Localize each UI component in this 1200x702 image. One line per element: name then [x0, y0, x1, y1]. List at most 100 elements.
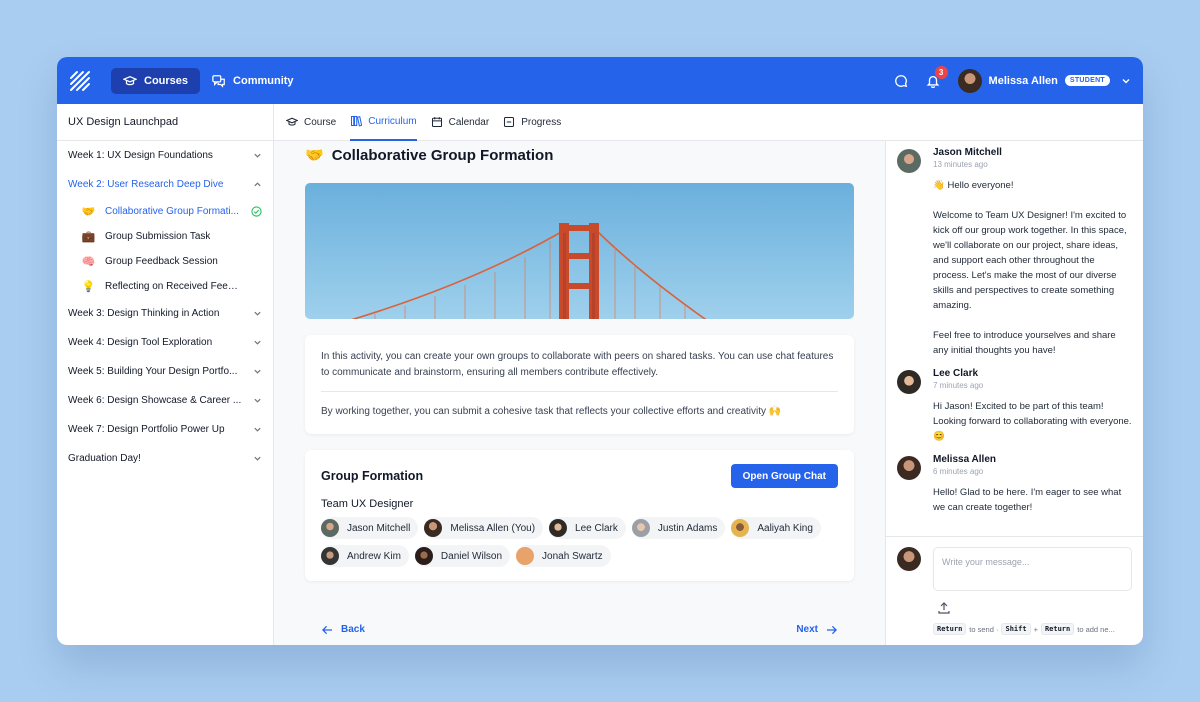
week-label: Week 7: Design Portfolio Power Up: [68, 424, 225, 435]
avatar: [516, 547, 535, 565]
message-time: 13 minutes ago: [933, 160, 988, 169]
avatar: [957, 68, 982, 93]
member-chip[interactable]: Jonah Swartz: [516, 545, 611, 567]
handshake-icon: 🤝: [305, 147, 324, 164]
avatar: [731, 519, 750, 537]
week-label: Week 1: UX Design Foundations: [68, 150, 213, 161]
tab-calendar[interactable]: Calendar: [431, 104, 490, 141]
lesson-label: Reflecting on Received Feedback: [105, 281, 242, 292]
sidebar-graduation-day[interactable]: Graduation Day!: [57, 444, 273, 473]
week-label: Week 6: Design Showcase & Career ...: [68, 395, 242, 406]
content-tabs: Course Curriculum Calendar Progress: [274, 104, 1143, 141]
next-label: Next: [796, 624, 818, 635]
member-chip[interactable]: Melissa Allen (You): [424, 517, 544, 539]
brain-icon: 🧠: [81, 256, 96, 268]
avatar: [321, 519, 339, 537]
lesson-label: Group Submission Task: [105, 231, 211, 242]
sidebar-week-5[interactable]: Week 5: Building Your Design Portfo...: [57, 357, 273, 386]
message-time: 6 minutes ago: [933, 467, 984, 476]
chat-bubbles-icon: [212, 74, 225, 88]
logo-icon[interactable]: [69, 70, 91, 92]
nav-courses[interactable]: Courses: [111, 67, 201, 94]
top-navigation-bar: Courses Community 3 Melissa Allen STUDEN…: [57, 57, 1143, 104]
tab-curriculum[interactable]: Curriculum: [350, 104, 417, 141]
week-label: Week 2: User Research Deep Dive: [68, 179, 224, 190]
member-chip[interactable]: Aaliyah King: [731, 517, 821, 539]
sidebar-week-2[interactable]: Week 2: User Research Deep Dive: [57, 170, 273, 199]
sidebar-lesson-group-submission-task[interactable]: 💼 Group Submission Task: [57, 224, 273, 249]
arrow-left-icon: [322, 625, 333, 634]
messages-icon[interactable]: [894, 74, 908, 88]
message-time: 7 minutes ago: [933, 381, 984, 390]
next-link[interactable]: Next: [796, 624, 837, 635]
member-chip[interactable]: Daniel Wilson: [414, 545, 511, 567]
notifications-button[interactable]: 3: [926, 65, 948, 88]
chat-message: Jason Mitchell 13 minutes ago 👋 Hello ev…: [897, 147, 1132, 358]
chevron-down-icon: [254, 398, 261, 403]
member-chip[interactable]: Andrew Kim: [321, 545, 409, 567]
briefcase-icon: 💼: [81, 231, 96, 243]
upload-icon[interactable]: [938, 602, 950, 614]
avatar: [897, 547, 921, 571]
chevron-down-icon: [254, 369, 261, 374]
tab-label: Calendar: [448, 116, 490, 128]
handshake-icon: 🤝: [81, 206, 96, 218]
avatar: [631, 519, 650, 537]
user-name: Melissa Allen: [988, 74, 1058, 87]
message-author: Melissa Allen: [933, 454, 996, 465]
tab-progress[interactable]: Progress: [503, 104, 561, 141]
sidebar-week-4[interactable]: Week 4: Design Tool Exploration: [57, 328, 273, 357]
hint-text: to send ·: [969, 624, 999, 634]
chat-messages: Jason Mitchell 13 minutes ago 👋 Hello ev…: [886, 141, 1143, 536]
member-chip[interactable]: Lee Clark: [549, 517, 626, 539]
open-group-chat-button[interactable]: Open Group Chat: [730, 464, 838, 488]
chevron-down-icon: [254, 427, 261, 432]
check-circle-icon: [251, 206, 262, 217]
chevron-down-icon: [254, 153, 261, 158]
graduation-cap-icon: [123, 75, 137, 85]
member-name: Melissa Allen (You): [450, 522, 536, 534]
sidebar-lesson-group-feedback-session[interactable]: 🧠 Group Feedback Session: [57, 249, 273, 274]
message-text: Hello! Glad to be here. I'm eager to see…: [933, 487, 1122, 513]
tab-label: Course: [304, 116, 337, 128]
sidebar-week-7[interactable]: Week 7: Design Portfolio Power Up: [57, 415, 273, 444]
activity-description-secondary: By working together, you can submit a co…: [321, 406, 782, 417]
chevron-down-icon: [1122, 78, 1130, 83]
member-name: Justin Adams: [657, 522, 718, 534]
chevron-down-icon: [254, 456, 261, 461]
week-label: Week 5: Building Your Design Portfo...: [68, 366, 238, 377]
page-title: 🤝 Collaborative Group Formation: [305, 145, 854, 165]
member-chip[interactable]: Jason Mitchell: [321, 517, 419, 539]
sidebar-week-6[interactable]: Week 6: Design Showcase & Career ...: [57, 386, 273, 415]
graduation-cap-icon: [286, 117, 298, 126]
member-chip[interactable]: Justin Adams: [631, 517, 726, 539]
tab-course[interactable]: Course: [286, 104, 336, 141]
message-input[interactable]: [933, 547, 1132, 591]
sidebar-week-1[interactable]: Week 1: UX Design Foundations: [57, 141, 273, 170]
hint-plus: +: [1033, 624, 1038, 634]
avatar: [414, 547, 433, 565]
chat-message: Lee Clark 7 minutes ago Hi Jason! Excite…: [897, 368, 1132, 444]
keyboard-hints: Return to send · Shift + Return to add n…: [933, 623, 1132, 635]
user-menu[interactable]: Melissa Allen STUDENT: [957, 68, 1131, 93]
nav-community[interactable]: Community: [200, 68, 306, 94]
back-link[interactable]: Back: [322, 624, 365, 635]
tab-label: Curriculum: [368, 115, 417, 127]
member-name: Jonah Swartz: [542, 550, 603, 562]
avatar: [549, 519, 568, 537]
activity-description-card: In this activity, you can create your ow…: [305, 335, 854, 434]
member-name: Lee Clark: [575, 522, 618, 534]
sidebar-lesson-reflecting-on-feedback[interactable]: 💡 Reflecting on Received Feedback: [57, 274, 273, 299]
role-badge: STUDENT: [1064, 75, 1110, 86]
group-formation-title: Group Formation: [321, 469, 424, 483]
divider: [321, 391, 838, 392]
notification-count-badge: 3: [934, 65, 948, 79]
nav-community-label: Community: [233, 74, 294, 87]
message-text: Hi Jason! Excited to be part of this tea…: [933, 401, 1132, 442]
message-author: Jason Mitchell: [933, 147, 1002, 158]
sidebar-lesson-collaborative-group-formation[interactable]: 🤝 Collaborative Group Formati...: [57, 199, 273, 224]
member-name: Daniel Wilson: [440, 550, 503, 562]
sidebar-week-3[interactable]: Week 3: Design Thinking in Action: [57, 299, 273, 328]
team-members: Jason Mitchell Melissa Allen (You) Lee C…: [321, 517, 826, 567]
message-composer: Return to send · Shift + Return to add n…: [886, 536, 1143, 645]
